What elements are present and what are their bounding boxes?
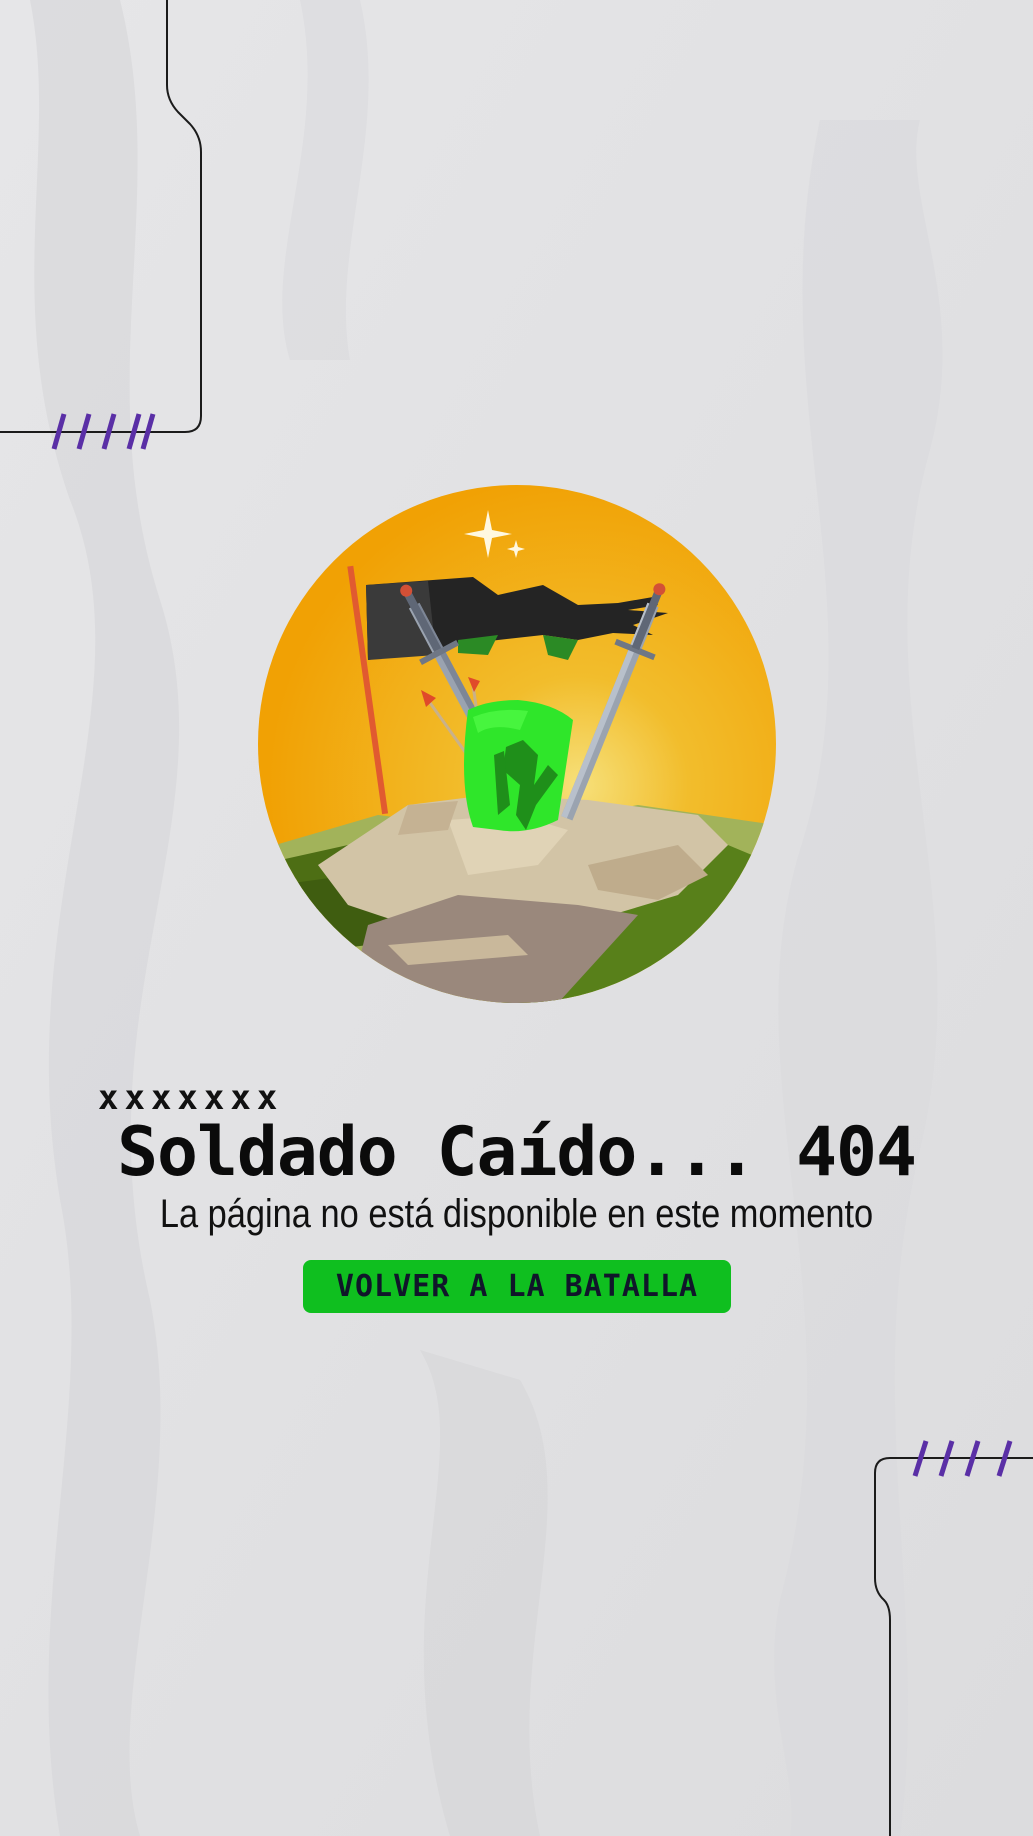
error-tag: xxxxxxx [98, 1078, 284, 1118]
fallen-soldier-illustration [258, 485, 776, 1003]
page-title: Soldado Caído... 404 [117, 1113, 917, 1192]
back-to-battle-button[interactable]: VOLVER A LA BATALLA [303, 1260, 731, 1313]
page-subtitle: La página no está disponible en este mom… [159, 1192, 874, 1236]
